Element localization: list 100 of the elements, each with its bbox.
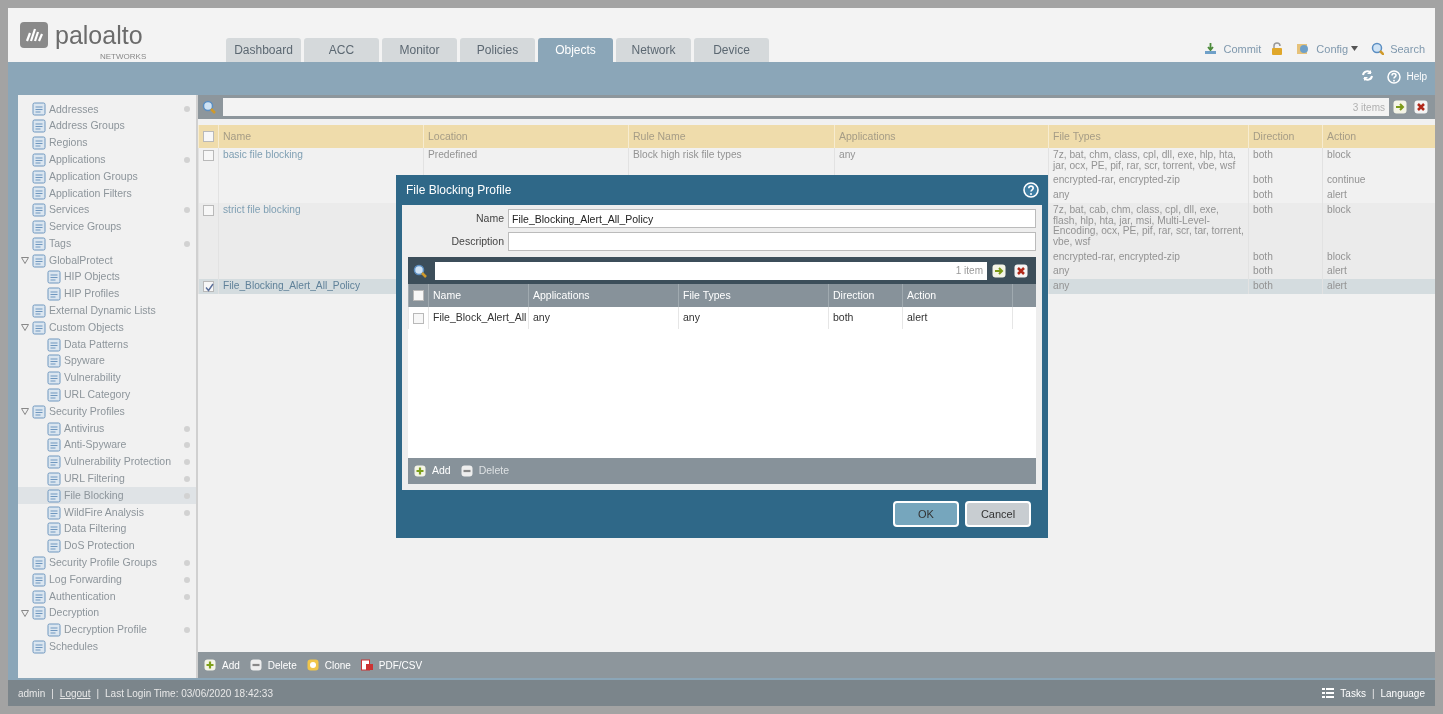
add-rule-button[interactable]: Add bbox=[414, 463, 451, 479]
sidebar-item[interactable]: Authentication bbox=[18, 588, 196, 605]
sidebar-item[interactable]: Schedules bbox=[18, 638, 196, 656]
list-icon bbox=[47, 471, 61, 486]
delete-button[interactable]: Delete bbox=[249, 657, 297, 673]
sidebar-item[interactable]: HIP Profiles bbox=[18, 285, 196, 303]
column-header[interactable]: Applications bbox=[528, 284, 679, 307]
column-header[interactable]: Applications bbox=[834, 125, 1049, 148]
sidebar-item[interactable]: File Blocking bbox=[18, 487, 196, 505]
table-cell: continue bbox=[1327, 174, 1366, 186]
expander-icon[interactable] bbox=[20, 408, 29, 416]
column-header[interactable]: Name bbox=[218, 125, 424, 148]
sidebar-item[interactable]: External Dynamic Lists bbox=[18, 302, 196, 320]
column-header[interactable]: Rule Name bbox=[628, 125, 835, 148]
pdf-button[interactable]: PDF/CSV bbox=[360, 657, 423, 673]
sidebar-item[interactable]: Custom Objects bbox=[18, 319, 196, 337]
profile-name-link[interactable]: basic file blocking bbox=[223, 149, 303, 160]
checkbox[interactable] bbox=[203, 281, 214, 293]
sidebar-item[interactable]: Tags bbox=[18, 235, 196, 253]
filter-field[interactable]: 1 item bbox=[435, 261, 987, 280]
sidebar-item[interactable]: Decryption Profile bbox=[18, 621, 196, 639]
sidebar-item[interactable]: Vulnerability Protection bbox=[18, 453, 196, 471]
nav-tab[interactable]: Dashboard bbox=[226, 38, 301, 62]
checkbox[interactable] bbox=[203, 204, 214, 216]
nav-tab[interactable]: Network bbox=[616, 38, 691, 62]
profile-name-link[interactable]: strict file blocking bbox=[223, 203, 301, 215]
sidebar-item[interactable]: Application Filters bbox=[18, 185, 196, 202]
sidebar-item[interactable]: WildFire Analysis bbox=[18, 504, 196, 521]
sidebar-item[interactable]: URL Category bbox=[18, 386, 196, 404]
lock-icon[interactable] bbox=[1271, 42, 1284, 56]
checkbox[interactable] bbox=[413, 312, 424, 324]
column-header[interactable]: Direction bbox=[1248, 125, 1323, 148]
search-button[interactable]: Search bbox=[1371, 40, 1425, 57]
apply-filter-icon[interactable] bbox=[992, 263, 1006, 278]
logout-link[interactable]: Logout bbox=[59, 685, 91, 701]
column-header[interactable]: Action bbox=[902, 284, 1013, 307]
checkbox[interactable] bbox=[203, 150, 214, 161]
language-button[interactable]: Language bbox=[1380, 685, 1425, 701]
sidebar-item[interactable]: DoS Protection bbox=[18, 537, 196, 555]
list-icon bbox=[47, 539, 61, 554]
help-icon[interactable] bbox=[1023, 182, 1039, 198]
list-icon bbox=[47, 623, 61, 638]
ok-button[interactable]: OK bbox=[893, 501, 959, 527]
column-header[interactable]: Location bbox=[423, 125, 629, 148]
cancel-button[interactable]: Cancel bbox=[965, 501, 1031, 527]
text-field[interactable]: File_Blocking_Alert_All_Policy bbox=[508, 209, 1036, 228]
refresh-icon[interactable] bbox=[1361, 69, 1375, 82]
nav-tab[interactable]: Objects bbox=[538, 38, 613, 62]
sidebar-item[interactable]: Address Groups bbox=[18, 117, 196, 135]
sidebar-item[interactable]: Application Groups bbox=[18, 168, 196, 185]
nav-tab[interactable]: ACC bbox=[304, 38, 379, 62]
sidebar-item[interactable]: Decryption bbox=[18, 604, 196, 622]
expander-icon[interactable] bbox=[20, 324, 29, 332]
nav-tab[interactable]: Monitor bbox=[382, 38, 457, 62]
checkbox[interactable] bbox=[413, 290, 424, 302]
commit-button[interactable]: Commit bbox=[1204, 40, 1262, 57]
clone-button[interactable]: Clone bbox=[306, 657, 351, 673]
sidebar-item[interactable]: URL Filtering bbox=[18, 470, 196, 488]
expander-icon[interactable] bbox=[20, 609, 29, 617]
sidebar-item[interactable]: Regions bbox=[18, 134, 196, 152]
add-button[interactable]: Add bbox=[204, 657, 240, 673]
nav-tab[interactable]: Policies bbox=[460, 38, 535, 62]
sidebar-item[interactable]: Applications bbox=[18, 151, 196, 169]
nav-tab[interactable]: Device bbox=[694, 38, 769, 62]
sidebar-item[interactable]: Service Groups bbox=[18, 218, 196, 236]
column-header[interactable]: Direction bbox=[828, 284, 903, 307]
table-cell: any bbox=[1053, 265, 1070, 277]
help-button[interactable]: Help bbox=[1387, 69, 1427, 84]
sidebar-item[interactable]: Data Filtering bbox=[18, 520, 196, 538]
sidebar-item[interactable]: Log Forwarding bbox=[18, 571, 196, 589]
sidebar-item[interactable]: Anti-Spyware bbox=[18, 436, 196, 454]
column-header[interactable]: File Types bbox=[1048, 125, 1249, 148]
column-header[interactable]: Name bbox=[428, 284, 529, 307]
column-header[interactable]: Action bbox=[1322, 125, 1435, 148]
expander-icon[interactable] bbox=[20, 257, 29, 265]
sidebar-item[interactable]: Antivirus bbox=[18, 420, 196, 437]
text-field[interactable] bbox=[508, 232, 1036, 251]
table-cell: alert bbox=[1327, 280, 1347, 292]
tasks-button[interactable]: Tasks bbox=[1322, 685, 1366, 701]
clear-filter-icon[interactable] bbox=[1414, 100, 1428, 114]
sidebar-item[interactable]: Spyware bbox=[18, 352, 196, 370]
checkbox[interactable] bbox=[203, 131, 214, 143]
list-icon bbox=[47, 522, 61, 537]
sidebar-item[interactable]: Services bbox=[18, 201, 196, 219]
config-button[interactable]: Config bbox=[1296, 40, 1362, 57]
column-header[interactable]: File Types bbox=[678, 284, 829, 307]
sidebar-item[interactable]: Security Profile Groups bbox=[18, 554, 196, 572]
clear-filter-icon[interactable] bbox=[1014, 263, 1028, 278]
sidebar-item[interactable]: GlobalProtect bbox=[18, 252, 196, 269]
table-cell: both bbox=[833, 311, 854, 323]
sidebar-item[interactable]: Addresses bbox=[18, 101, 196, 118]
table-cell: Block high risk file types bbox=[633, 149, 742, 160]
sidebar-item[interactable]: Data Patterns bbox=[18, 336, 196, 353]
sidebar-item[interactable]: Security Profiles bbox=[18, 403, 196, 421]
table-cell: both bbox=[1253, 174, 1273, 186]
logo-text: paloalto bbox=[55, 22, 143, 48]
filter-field[interactable]: 3 items bbox=[223, 98, 1389, 116]
sidebar-item[interactable]: HIP Objects bbox=[18, 268, 196, 286]
sidebar-item[interactable]: Vulnerability bbox=[18, 369, 196, 387]
search-icon bbox=[202, 100, 216, 114]
